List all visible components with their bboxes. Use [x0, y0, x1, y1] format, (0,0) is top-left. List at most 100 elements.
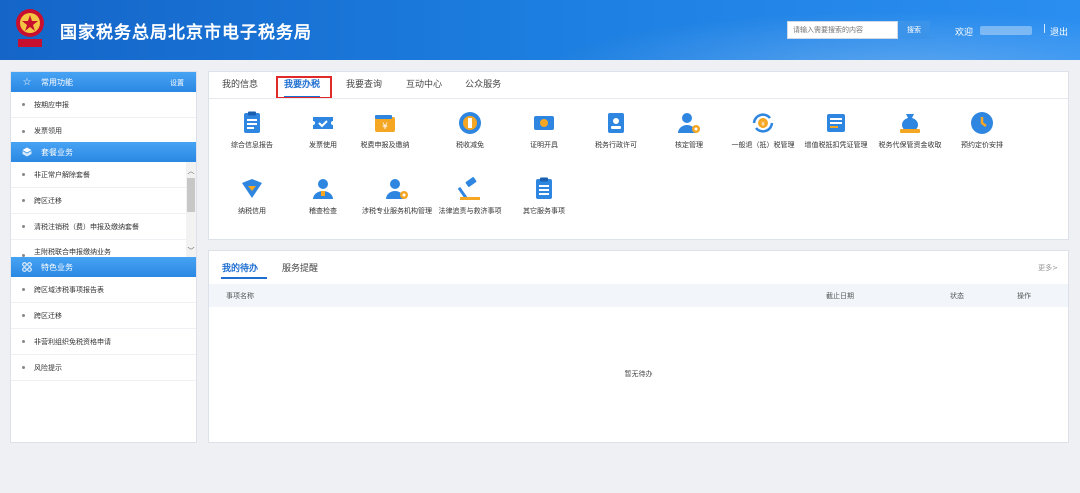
column-header: 状态 [950, 292, 964, 300]
sidebar: ☆ 常用功能 设置 按期应申报 发票领用 套餐业务 非正常户解除套餐 跨区迁移 … [10, 71, 197, 443]
username-redacted [980, 26, 1032, 35]
person-gear-icon [676, 110, 702, 136]
tab-my-info[interactable]: 我的信息 [222, 72, 258, 98]
service-vat-deduction[interactable]: 增值税抵扣凭证管理 [799, 110, 873, 150]
refund-icon: ¥ [750, 110, 776, 136]
service-other-items[interactable]: 其它服务事项 [507, 176, 581, 216]
tab-service-reminder[interactable]: 服务提醒 [282, 261, 318, 274]
bullet-icon [22, 340, 25, 343]
tab-my-todo[interactable]: 我的待办 [222, 261, 258, 274]
section-header-common[interactable]: ☆ 常用功能 设置 [11, 72, 196, 92]
service-agency-management[interactable]: 涉税专业服务机构管理 [360, 176, 434, 216]
service-label: 证明开具 [530, 141, 558, 149]
money-bag-icon [897, 110, 923, 136]
todo-table-header: 事项名称 截止日期 状态 操作 [209, 284, 1068, 307]
sidebar-item[interactable]: 跨区域涉税事项报告表 [11, 277, 196, 303]
sidebar-item-label: 清税注销税（费）申报及缴纳套餐 [34, 222, 139, 231]
coin-icon [457, 110, 483, 136]
header-bar: 国家税务总局北京市电子税务局 搜索 欢迎 | 退出 [0, 0, 1080, 60]
service-label: 核定管理 [675, 141, 703, 149]
services-panel: 我的信息 我要办税 我要查询 互动中心 公众服务 综合信息报告 发票使用 ¥ 税… [208, 71, 1069, 240]
service-label: 一般退（抵）税管理 [731, 141, 795, 149]
tab-interaction[interactable]: 互动中心 [406, 72, 442, 98]
service-assessment[interactable]: 核定管理 [652, 110, 726, 150]
sidebar-item-label: 发票领用 [34, 127, 62, 135]
section-title: 套餐业务 [41, 147, 73, 157]
shield-heart-icon [239, 176, 265, 202]
sidebar-item[interactable]: 清税注销税（费）申报及缴纳套餐 [11, 214, 196, 240]
service-label: 税费申报及缴纳 [360, 141, 410, 149]
bullet-icon [22, 173, 25, 176]
welcome-label: 欢迎 [955, 28, 974, 38]
search-button[interactable]: 搜索 [898, 21, 930, 39]
settings-link[interactable]: 设置 [170, 78, 184, 88]
svg-text:¥: ¥ [382, 122, 388, 132]
clock-icon [969, 110, 995, 136]
service-label: 法律追责与救济事项 [438, 207, 502, 215]
sidebar-item[interactable]: 发票领用 [11, 118, 196, 144]
service-pricing-arrangement[interactable]: 预约定价安排 [945, 110, 1019, 150]
sidebar-item[interactable]: 非正常户解除套餐 [11, 162, 196, 188]
service-inspection[interactable]: 稽查检查 [286, 176, 360, 216]
empty-state: 暂无待办 [624, 370, 653, 378]
service-label: 增值税抵扣凭证管理 [804, 141, 868, 149]
section-header-features[interactable]: 特色业务 [11, 257, 196, 277]
bullet-icon [22, 225, 25, 228]
sidebar-item-label: 非营利组织免税资格申请 [34, 337, 111, 346]
column-header: 截止日期 [826, 292, 854, 300]
person-gear-icon [384, 176, 410, 202]
wallet-icon: ¥ [372, 110, 398, 136]
invoice-icon [823, 110, 849, 136]
document-icon [239, 110, 265, 136]
section-title: 常用功能 [41, 77, 73, 87]
sidebar-item[interactable]: 跨区迁移 [11, 188, 196, 214]
service-admin-license[interactable]: 税务行政许可 [579, 110, 653, 150]
todo-panel: 我的待办 服务提醒 更多> 事项名称 截止日期 状态 操作 暂无待办 [208, 250, 1069, 443]
service-label: 纳税信用 [238, 207, 266, 215]
bullet-icon [22, 288, 25, 291]
section-header-packages[interactable]: 套餐业务 [11, 142, 196, 162]
id-card-icon [603, 110, 629, 136]
more-link[interactable]: 更多> [1038, 263, 1058, 273]
sidebar-item[interactable]: 跨区迁移 [11, 303, 196, 329]
service-tax-declare-pay[interactable]: ¥ 税费申报及缴纳 [348, 110, 422, 150]
sidebar-item[interactable]: 主附税联合申报缴纳业务 [11, 240, 196, 257]
chevron-down-icon[interactable]: ﹀ [186, 246, 196, 256]
bullet-icon [22, 314, 25, 317]
bullet-icon [22, 366, 25, 369]
scrollbar-thumb[interactable] [187, 178, 195, 212]
main-tabs: 我的信息 我要办税 我要查询 互动中心 公众服务 [209, 72, 501, 98]
sidebar-item[interactable]: 按期应申报 [11, 92, 196, 118]
sidebar-item-label: 主附税联合申报缴纳业务 [34, 248, 111, 256]
sidebar-item-label: 非正常户解除套餐 [34, 170, 90, 179]
service-label: 税务行政许可 [595, 141, 637, 149]
service-label: 预约定价安排 [961, 141, 1003, 149]
service-tax-credit[interactable]: 纳税信用 [215, 176, 289, 216]
service-custody-funds[interactable]: 税务代保管资金收取 [873, 110, 947, 150]
sidebar-item-label: 跨区域涉税事项报告表 [34, 285, 104, 294]
service-label: 稽查检查 [309, 207, 337, 215]
sidebar-item[interactable]: 非营利组织免税资格申请 [11, 329, 196, 355]
sidebar-item-label: 跨区迁移 [34, 196, 62, 205]
service-general-refund[interactable]: ¥ 一般退（抵）税管理 [726, 110, 800, 150]
tab-query[interactable]: 我要查询 [346, 72, 382, 98]
sidebar-scrollbar[interactable]: ︿ ﹀ [186, 162, 196, 258]
search-input[interactable] [787, 21, 898, 39]
person-icon [310, 176, 336, 202]
tab-public-service[interactable]: 公众服务 [465, 72, 501, 98]
service-tax-exemption[interactable]: 税收减免 [433, 110, 507, 150]
chevron-up-icon[interactable]: ︿ [186, 166, 196, 176]
column-header: 事项名称 [226, 292, 254, 300]
logout-link[interactable]: 退出 [1050, 25, 1068, 38]
service-comprehensive-report[interactable]: 综合信息报告 [215, 110, 289, 150]
svg-text:¥: ¥ [761, 121, 765, 128]
star-icon: ☆ [22, 76, 32, 88]
service-legal-remedy[interactable]: 法律追责与救济事项 [433, 176, 507, 216]
packages-list[interactable]: 非正常户解除套餐 跨区迁移 清税注销税（费）申报及缴纳套餐 主附税联合申报缴纳业… [11, 162, 196, 258]
section-title: 特色业务 [41, 262, 73, 272]
service-label: 税务代保管资金收取 [878, 141, 942, 149]
tax-emblem-icon [16, 9, 44, 47]
sidebar-item[interactable]: 风险提示 [11, 355, 196, 381]
service-certificate[interactable]: 证明开具 [507, 110, 581, 150]
list-icon [531, 176, 557, 202]
